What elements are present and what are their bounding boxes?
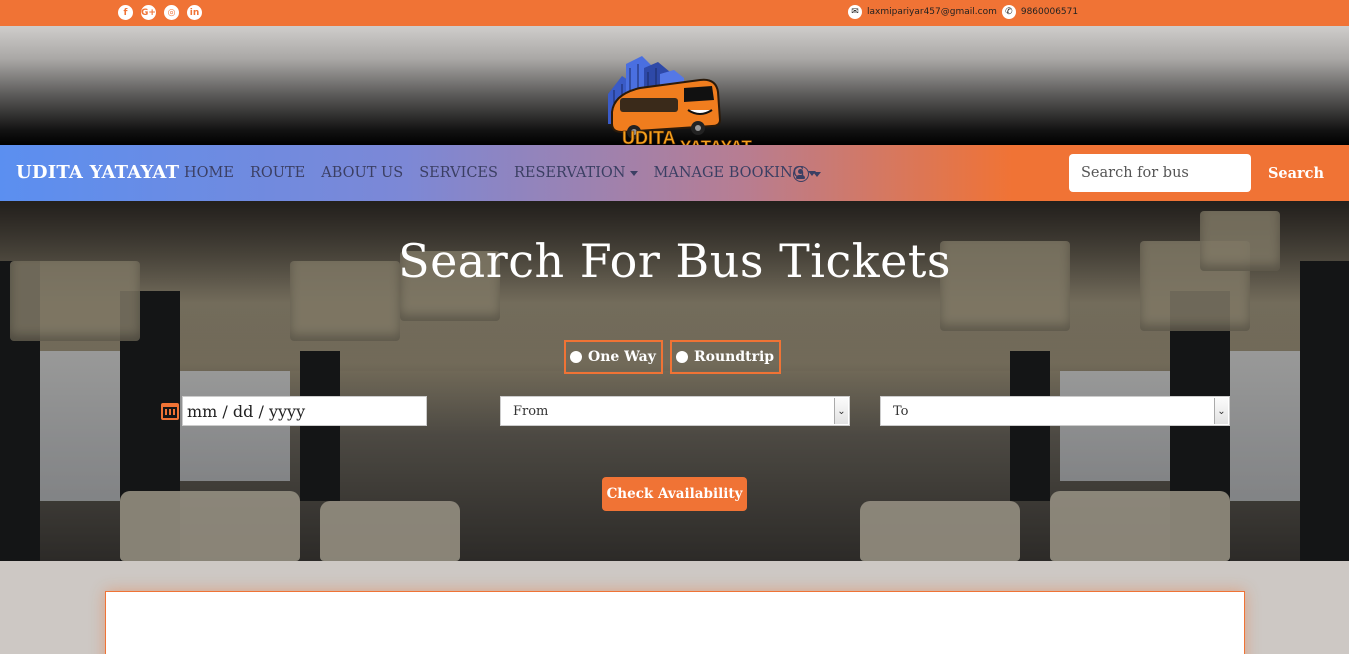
roundtrip-radio[interactable]: Roundtrip — [670, 340, 782, 374]
brand-link[interactable]: UDITA YATAYAT — [16, 162, 179, 183]
roundtrip-label: Roundtrip — [694, 349, 775, 365]
one-way-radio[interactable]: One Way — [564, 340, 663, 374]
radio-circle[interactable] — [570, 351, 582, 363]
search-button[interactable]: Search — [1262, 154, 1330, 192]
chevron-down-icon: ⌄ — [834, 398, 848, 424]
chevron-down-icon: ⌄ — [1214, 398, 1228, 424]
one-way-label: One Way — [588, 349, 656, 365]
nav-manage-booking-dropdown[interactable]: MANAGE BOOKING — [654, 165, 817, 181]
company-logo[interactable]: UDITA YATAYAT — [600, 54, 752, 158]
nav-manage-booking-label: MANAGE BOOKING — [653, 165, 805, 181]
nav-home[interactable]: HOME — [184, 165, 234, 181]
nav-reservation-dropdown[interactable]: RESERVATION — [514, 165, 638, 181]
contact-info: ✉ laxmipariyar457@gmail.com ✆ 9860006571 — [848, 5, 1078, 19]
user-icon — [793, 166, 809, 182]
search-input[interactable] — [1069, 154, 1251, 192]
hero-title: Search For Bus Tickets — [398, 234, 951, 288]
phone-icon: ✆ — [1001, 5, 1016, 19]
logo-banner: UDITA YATAYAT — [0, 26, 1349, 156]
radio-circle[interactable] — [676, 351, 688, 363]
content-card — [105, 591, 1245, 654]
from-select[interactable]: From ⌄ — [500, 396, 850, 426]
top-bar: f G+ ◎ in ✉ laxmipariyar457@gmail.com ✆ … — [0, 0, 1349, 26]
to-selected-value: To — [893, 403, 909, 419]
user-menu-dropdown[interactable] — [793, 166, 821, 182]
email-icon: ✉ — [848, 5, 862, 19]
google-plus-icon[interactable]: G+ — [141, 5, 156, 20]
facebook-icon[interactable]: f — [118, 5, 133, 20]
nav-services[interactable]: SERVICES — [419, 165, 498, 181]
main-navbar: UDITA YATAYAT HOME ROUTE ABOUT US SERVIC… — [0, 145, 1349, 201]
chevron-down-icon — [629, 170, 638, 176]
chevron-down-icon — [813, 171, 821, 177]
linkedin-icon[interactable]: in — [187, 5, 202, 20]
instagram-icon[interactable]: ◎ — [164, 5, 179, 20]
nav-about-us[interactable]: ABOUT US — [321, 165, 403, 181]
travel-date-input[interactable]: mm / dd / yyyy — [182, 396, 427, 426]
social-links: f G+ ◎ in — [118, 5, 202, 20]
nav-links: HOME ROUTE ABOUT US SERVICES RESERVATION… — [184, 165, 817, 181]
calendar-icon — [161, 403, 179, 420]
check-availability-button[interactable]: Check Availability — [602, 477, 747, 511]
contact-phone[interactable]: 9860006571 — [1021, 7, 1078, 17]
from-selected-value: From — [513, 403, 549, 419]
contact-email[interactable]: laxmipariyar457@gmail.com — [867, 7, 997, 17]
to-select[interactable]: To ⌄ — [880, 396, 1230, 426]
hero-section: Search For Bus Tickets One Way Roundtrip… — [0, 201, 1349, 561]
nav-route[interactable]: ROUTE — [250, 165, 305, 181]
nav-reservation-label: RESERVATION — [513, 165, 626, 181]
